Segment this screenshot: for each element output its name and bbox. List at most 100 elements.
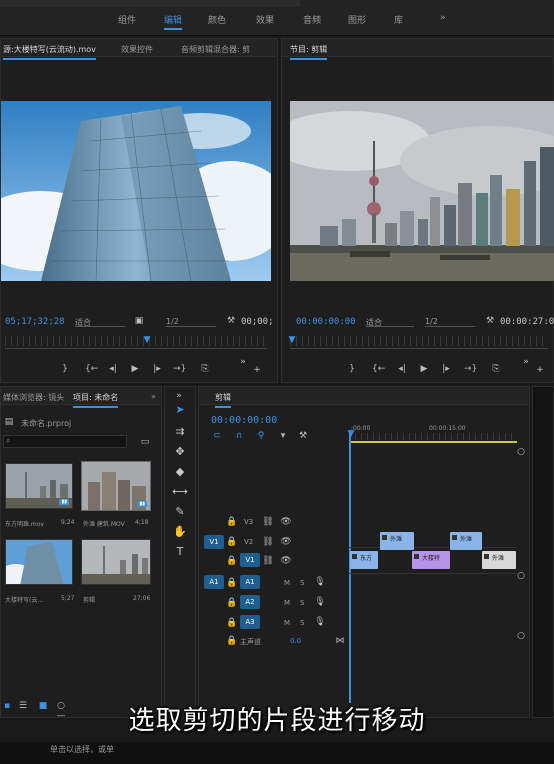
selection-tool-icon[interactable]: ➤ <box>170 402 190 418</box>
hand-tool-icon[interactable]: ✋ <box>170 524 190 540</box>
tab-media-browser[interactable]: 媒体浏览器: 镜头 <box>3 392 64 403</box>
mute-button[interactable]: M <box>284 619 290 627</box>
tab-program[interactable]: 节目: 剪辑 <box>290 44 328 60</box>
clip-v1-bund[interactable]: 外滩 <box>482 551 516 569</box>
program-more-icon[interactable]: » <box>520 357 532 367</box>
mute-button[interactable]: M <box>284 579 290 587</box>
add-button-icon[interactable]: + <box>251 365 263 375</box>
tab-source[interactable]: 源:大楼特写(云流动).mov <box>3 44 96 60</box>
eye-icon[interactable]: 👁 <box>280 556 292 566</box>
scroll-lower-handle[interactable]: ○ <box>515 631 527 641</box>
clip-v2-bund[interactable]: 外滩 <box>380 532 414 550</box>
type-tool-icon[interactable]: T <box>170 544 190 560</box>
lift-icon[interactable]: ⎘ <box>490 364 502 374</box>
track-target-a1[interactable]: A1 <box>240 575 260 589</box>
tab-project[interactable]: 项目: 未命名 <box>73 392 119 408</box>
track-lock-icon[interactable]: 🔒 <box>226 537 238 547</box>
program-timecode[interactable]: 00:00:00:00 <box>296 317 356 327</box>
microphone-icon[interactable]: 🎙 <box>314 617 326 627</box>
solo-button[interactable]: S <box>300 599 304 607</box>
workspace-tab-color[interactable]: 颜色 <box>208 13 226 26</box>
workspace-tab-graphics[interactable]: 图形 <box>348 13 366 26</box>
track-target-a2[interactable]: A2 <box>240 595 260 609</box>
microphone-icon[interactable]: 🎙 <box>314 597 326 607</box>
tab-sequence[interactable]: 剪辑 <box>215 392 231 408</box>
master-volume-value[interactable]: 0.0 <box>290 637 301 645</box>
go-to-in-icon[interactable]: {← <box>85 364 98 374</box>
add-marker-icon[interactable]: ▾ <box>277 431 289 441</box>
program-go-to-out-icon[interactable]: →} <box>464 364 477 374</box>
track-lock-icon[interactable]: 🔒 <box>226 578 238 588</box>
program-wrench-icon[interactable]: ⚒ <box>484 316 496 326</box>
program-go-to-in-icon[interactable]: {← <box>372 364 385 374</box>
source-time-ruler[interactable] <box>5 336 267 346</box>
timeline-vertical-scrollbar[interactable]: ○ ○ ○ ○ <box>515 447 527 757</box>
play-icon[interactable]: ▶ <box>129 364 141 374</box>
snap-icon[interactable]: ∩ <box>233 431 245 441</box>
program-step-forward-icon[interactable]: |▸ <box>440 364 452 374</box>
program-add-button-icon[interactable]: + <box>534 365 546 375</box>
track-lock-icon[interactable]: 🔒 <box>226 618 238 628</box>
thumb-oriental-pearl[interactable]: ▮▮ <box>5 463 73 509</box>
source-patch-a1[interactable]: A1 <box>204 575 224 589</box>
timeline-timecode[interactable]: 00:00:00:00 <box>211 415 277 426</box>
workspace-tab-editing[interactable]: 编辑 <box>164 13 183 30</box>
linked-selection-icon[interactable]: ⚲ <box>255 431 267 441</box>
workspace-tab-libraries[interactable]: 库 <box>394 13 403 26</box>
project-search-input[interactable]: ⌕ <box>3 435 127 448</box>
track-target-a3[interactable]: A3 <box>240 615 260 629</box>
program-play-icon[interactable]: ▶ <box>418 364 430 374</box>
step-forward-icon[interactable]: |▸ <box>151 364 163 374</box>
workspace-more-icon[interactable]: » <box>440 13 446 23</box>
track-lock-icon[interactable]: 🔒 <box>226 598 238 608</box>
ripple-edit-tool-icon[interactable]: ✥ <box>170 444 190 460</box>
track-lock-icon[interactable]: 🔒 <box>226 636 238 646</box>
step-back-icon[interactable]: ◂| <box>107 364 119 374</box>
sync-lock-icon[interactable]: ⛓ <box>262 556 274 566</box>
workspace-tab-audio[interactable]: 音频 <box>303 13 321 26</box>
project-more-icon[interactable]: » <box>151 392 156 401</box>
mute-button[interactable]: M <box>284 599 290 607</box>
wrench-icon[interactable]: ⚒ <box>225 316 237 326</box>
mark-in-icon[interactable]: } <box>59 364 71 374</box>
work-area-bar[interactable] <box>349 441 517 443</box>
program-playhead-icon[interactable]: ▼ <box>286 335 298 345</box>
thumb-building-clouds[interactable] <box>5 539 73 585</box>
thumb-sequence[interactable] <box>81 539 151 585</box>
playhead-head-icon[interactable]: ▼ <box>345 429 357 439</box>
timeline-ruler[interactable] <box>349 433 517 440</box>
eye-icon[interactable]: 👁 <box>280 537 292 547</box>
eye-icon[interactable]: 👁 <box>280 517 292 527</box>
program-time-ruler[interactable] <box>290 336 548 346</box>
source-patch-v1[interactable]: V1 <box>204 535 224 549</box>
timeline-settings-icon[interactable]: ⚒ <box>297 431 309 441</box>
track-select-tool-icon[interactable]: ⇉ <box>170 424 190 440</box>
source-settings-icon[interactable]: ▣ <box>133 316 145 326</box>
insert-icon[interactable]: ⎘ <box>199 364 211 374</box>
source-scrub-bar[interactable] <box>5 348 267 349</box>
razor-tool-icon[interactable]: ◆ <box>170 464 190 480</box>
tools-more-icon[interactable]: » <box>173 391 185 401</box>
program-scrub-bar[interactable] <box>290 348 548 349</box>
source-more-icon[interactable]: » <box>237 357 249 367</box>
pen-tool-icon[interactable]: ✎ <box>170 504 190 520</box>
program-mark-in-icon[interactable]: } <box>346 364 358 374</box>
nest-icon[interactable]: ⊂ <box>211 431 223 441</box>
workspace-tab-effects[interactable]: 效果 <box>256 13 274 26</box>
tab-effect-controls[interactable]: 效果控件 <box>121 44 153 55</box>
new-bin-icon[interactable]: ▭ <box>139 437 151 447</box>
slip-tool-icon[interactable]: ⟷ <box>170 484 190 500</box>
tab-audio-clip-mixer[interactable]: 音频剪辑混合器: 剪 <box>181 44 250 55</box>
go-to-out-icon[interactable]: →} <box>173 364 186 374</box>
thumb-bund-buildings[interactable]: ▮▮ <box>81 461 151 511</box>
solo-button[interactable]: S <box>300 579 304 587</box>
track-lock-icon[interactable]: 🔒 <box>226 556 238 566</box>
go-to-end-icon[interactable]: ⋈ <box>334 636 346 646</box>
solo-button[interactable]: S <box>300 619 304 627</box>
sync-lock-icon[interactable]: ⛓ <box>262 517 274 527</box>
sync-lock-icon[interactable]: ⛓ <box>262 537 274 547</box>
source-playhead-icon[interactable]: ▼ <box>141 335 153 345</box>
microphone-icon[interactable]: 🎙 <box>314 577 326 587</box>
track-lock-icon[interactable]: 🔒 <box>226 517 238 527</box>
track-target-v1[interactable]: V1 <box>240 553 260 567</box>
